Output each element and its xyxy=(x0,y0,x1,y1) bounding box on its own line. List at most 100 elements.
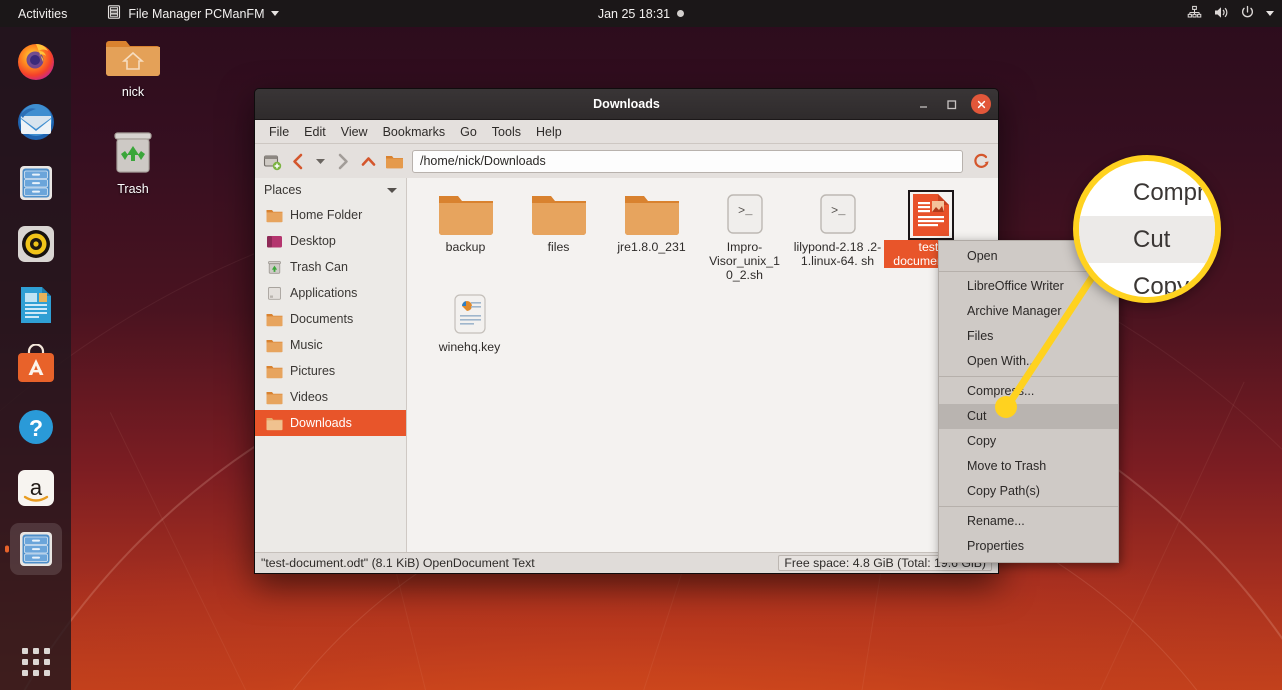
folder-icon xyxy=(266,365,283,378)
dock-item-rhythmbox[interactable] xyxy=(10,218,62,270)
sidebar-item-home-folder[interactable]: Home Folder xyxy=(255,202,406,228)
places-sidebar: Places Home Folder Desktop Trash Can App… xyxy=(255,178,407,552)
menu-tools[interactable]: Tools xyxy=(485,123,528,141)
window-titlebar[interactable]: Downloads xyxy=(255,89,998,120)
context-menu-item-archive-manager[interactable]: Archive Manager xyxy=(939,299,1118,324)
dock-item-files[interactable] xyxy=(10,157,62,209)
folder-icon xyxy=(512,186,605,238)
context-menu: Open LibreOffice Writer Archive Manager … xyxy=(938,240,1119,563)
svg-text:a: a xyxy=(29,475,42,500)
sidebar-item-applications[interactable]: Applications xyxy=(255,280,406,306)
window-body: Places Home Folder Desktop Trash Can App… xyxy=(255,178,998,552)
file-item-backup[interactable]: backup xyxy=(419,186,512,282)
folder-icon xyxy=(266,313,283,326)
sidebar-item-downloads[interactable]: Downloads xyxy=(255,410,406,436)
desktop-icon-label: nick xyxy=(121,85,145,99)
menu-view[interactable]: View xyxy=(334,123,375,141)
menu-go[interactable]: Go xyxy=(453,123,484,141)
file-item-label: winehq.key xyxy=(438,340,501,354)
context-menu-item-cut[interactable]: Cut xyxy=(939,404,1118,429)
svg-text:>_: >_ xyxy=(831,204,846,218)
show-applications-button[interactable] xyxy=(21,648,50,676)
file-item-winehq-key[interactable]: winehq.key xyxy=(423,286,516,354)
amazon-icon: a xyxy=(17,470,54,506)
places-header-label: Places xyxy=(264,183,302,197)
home-folder-icon xyxy=(106,41,160,82)
menu-help[interactable]: Help xyxy=(529,123,569,141)
folder-icon xyxy=(266,391,283,404)
volume-icon[interactable] xyxy=(1213,5,1229,23)
menu-bookmarks[interactable]: Bookmarks xyxy=(376,123,453,141)
dock-item-amazon[interactable]: a xyxy=(10,462,62,514)
home-icon[interactable] xyxy=(383,150,405,172)
file-item-jre[interactable]: jre1.8.0_231 xyxy=(605,186,698,282)
chevron-down-icon xyxy=(387,188,397,193)
sidebar-item-desktop[interactable]: Desktop xyxy=(255,228,406,254)
desktop-icon-label: Trash xyxy=(117,182,149,196)
folder-icon xyxy=(266,209,283,222)
context-menu-item-open-with[interactable]: Open With... xyxy=(939,349,1118,374)
app-menu-button[interactable]: File Manager PCManFM xyxy=(98,0,288,27)
activities-button[interactable]: Activities xyxy=(9,0,76,27)
sidebar-item-documents[interactable]: Documents xyxy=(255,306,406,332)
folder-icon xyxy=(605,186,698,238)
file-item-label: backup xyxy=(445,240,486,254)
history-dropdown-icon[interactable] xyxy=(313,150,327,172)
dock-item-libreoffice-writer[interactable] xyxy=(10,279,62,331)
dock-item-pcmanfm[interactable] xyxy=(9,523,62,575)
sidebar-item-trash-can[interactable]: Trash Can xyxy=(255,254,406,280)
file-item-label: lilypond-2.18 .2-1.linux-64. sh xyxy=(793,240,882,268)
magnifier-callout: Compr Cut Copy xyxy=(1073,155,1221,303)
ubuntu-software-icon xyxy=(17,344,54,382)
sidebar-item-label: Downloads xyxy=(290,416,352,430)
file-list-view[interactable]: backup files jre1.8.0_231 >_ Impro-Visor… xyxy=(407,178,998,552)
up-icon[interactable] xyxy=(357,150,379,172)
places-header[interactable]: Places xyxy=(255,178,406,202)
script-icon: >_ xyxy=(698,186,791,238)
menu-edit[interactable]: Edit xyxy=(297,123,333,141)
sidebar-item-videos[interactable]: Videos xyxy=(255,384,406,410)
folder-icon xyxy=(266,417,283,430)
sidebar-item-label: Home Folder xyxy=(290,208,363,222)
sidebar-item-label: Pictures xyxy=(290,364,336,378)
reload-icon[interactable] xyxy=(970,150,992,172)
new-tab-icon[interactable] xyxy=(261,150,283,172)
magnifier-row-cut: Cut xyxy=(1079,216,1215,263)
menu-file[interactable]: File xyxy=(262,123,296,141)
file-item-label: Impro-Visor_unix_1 0_2.sh xyxy=(709,240,780,282)
context-menu-item-files[interactable]: Files xyxy=(939,324,1118,349)
dock-item-firefox[interactable] xyxy=(10,35,62,87)
maximize-button[interactable] xyxy=(943,96,960,113)
file-item-label: jre1.8.0_231 xyxy=(617,240,686,254)
context-menu-item-copy-paths[interactable]: Copy Path(s) xyxy=(939,479,1118,504)
context-menu-item-properties[interactable]: Properties xyxy=(939,534,1118,559)
context-menu-item-rename[interactable]: Rename... xyxy=(939,509,1118,534)
sidebar-item-pictures[interactable]: Pictures xyxy=(255,358,406,384)
context-menu-item-move-to-trash[interactable]: Move to Trash xyxy=(939,454,1118,479)
system-menu-chevron-icon[interactable] xyxy=(1266,11,1274,16)
forward-icon[interactable] xyxy=(331,150,353,172)
key-file-icon xyxy=(423,286,516,338)
network-icon[interactable] xyxy=(1187,5,1202,23)
file-item-files[interactable]: files xyxy=(512,186,605,282)
sidebar-item-music[interactable]: Music xyxy=(255,332,406,358)
back-icon[interactable] xyxy=(287,150,309,172)
minimize-button[interactable] xyxy=(915,96,932,113)
dock-item-help[interactable]: ? xyxy=(10,401,62,453)
odt-document-icon xyxy=(884,186,977,240)
clock-button[interactable]: Jan 25 18:31 xyxy=(598,7,685,21)
desktop-icon-trash[interactable]: Trash xyxy=(92,130,174,196)
desktop-icon-home[interactable]: nick xyxy=(92,33,174,99)
context-menu-item-compress[interactable]: Compress... xyxy=(939,379,1118,404)
dock-item-ubuntu-software[interactable] xyxy=(10,340,62,392)
file-item-lilypond[interactable]: >_ lilypond-2.18 .2-1.linux-64. sh xyxy=(791,186,884,282)
applications-icon xyxy=(268,286,281,300)
context-menu-item-copy[interactable]: Copy xyxy=(939,429,1118,454)
path-entry[interactable]: /home/nick/Downloads xyxy=(412,149,963,173)
desktop-icon xyxy=(267,235,282,247)
close-button[interactable] xyxy=(971,94,991,114)
magnifier-row-compress: Compr xyxy=(1133,178,1206,206)
power-icon[interactable] xyxy=(1240,5,1255,23)
file-item-impro-visor[interactable]: >_ Impro-Visor_unix_1 0_2.sh xyxy=(698,186,791,282)
dock-item-thunderbird[interactable] xyxy=(10,96,62,148)
